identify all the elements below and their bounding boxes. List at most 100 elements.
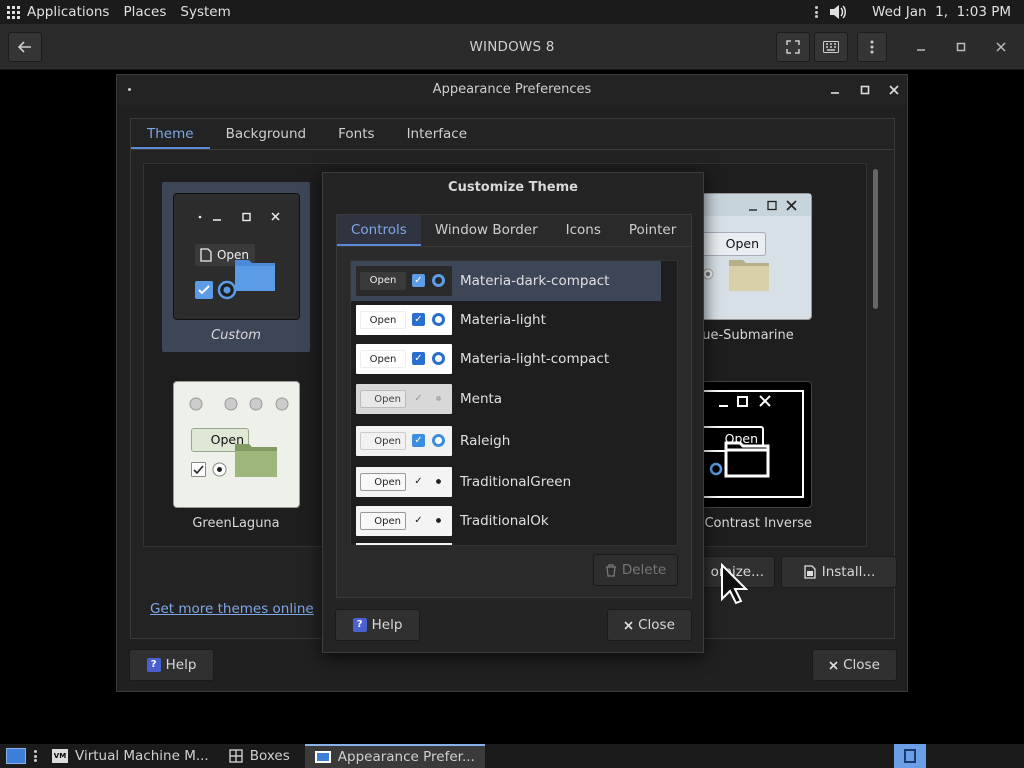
folder-icon (235, 444, 277, 477)
task-appearance-preferences[interactable]: Appearance Prefer... (304, 744, 485, 768)
help-icon: ? (146, 658, 161, 672)
close-icon (624, 620, 633, 630)
task-virtual-machine-manager[interactable]: VM Virtual Machine M... (42, 744, 219, 768)
tab-window-border[interactable]: Window Border (421, 215, 552, 246)
theme-label-greenlaguna: GreenLaguna (192, 516, 280, 531)
theme-scrollbar-thumb[interactable] (873, 169, 878, 309)
window-close-button[interactable] (881, 75, 907, 105)
minimize-icon (831, 92, 839, 94)
task-boxes[interactable]: Boxes (219, 744, 300, 768)
keyboard-button[interactable] (814, 32, 848, 62)
preview-materia-dark-compact: Open ✓ (356, 266, 452, 296)
list-item[interactable]: Open ✓ Raleigh (351, 421, 661, 461)
checkbox-icon: ✓ (412, 313, 425, 326)
kebab-menu-icon (870, 40, 874, 54)
show-desktop-icon[interactable] (6, 748, 26, 764)
window-title: Appearance Preferences (432, 82, 592, 97)
tab-background[interactable]: Background (210, 119, 323, 149)
clock[interactable]: Wed Jan 1, 1:03 PM (865, 0, 1024, 24)
task-label: Virtual Machine M... (75, 748, 209, 764)
window-controls-icon (749, 200, 797, 211)
applications-menu[interactable]: Applications (0, 0, 116, 24)
list-item[interactable]: Open ✓ Materia-light (351, 300, 661, 340)
checkbox-icon: ✓ (412, 352, 425, 365)
help-icon: ? (352, 618, 367, 632)
appearance-tabs: Theme Background Fonts Interface (131, 119, 894, 150)
window-maximize-button[interactable] (852, 75, 878, 105)
install-button[interactable]: Install... (781, 556, 897, 588)
customize-tabs: Controls Window Border Icons Pointer (337, 215, 691, 247)
preview-open-button: Open (360, 390, 406, 408)
list-item[interactable]: Open ✓ Materia-dark-compact (351, 261, 661, 301)
system-menu[interactable]: System (173, 0, 237, 24)
fullscreen-button[interactable] (776, 32, 810, 62)
tab-theme[interactable]: Theme (131, 119, 210, 149)
tab-controls[interactable]: Controls (337, 215, 421, 246)
mouse-pointer-icon (721, 563, 748, 605)
workspace-switcher[interactable] (894, 744, 926, 768)
window-titlebar[interactable]: Appearance Preferences (117, 75, 907, 105)
boxes-headerbar: WINDOWS 8 (0, 24, 1024, 70)
close-label: Close (843, 657, 880, 673)
customize-help-button[interactable]: ? Help (335, 609, 420, 641)
help-button[interactable]: ? Help (129, 649, 214, 681)
radio-icon (217, 280, 237, 300)
window-controls-icon (189, 397, 289, 411)
vmm-icon: VM (52, 749, 68, 763)
preview-materia-light: Open ✓ (356, 305, 452, 335)
theme-tile-custom[interactable]: Open Custom (162, 182, 310, 352)
theme-name: TraditionalGreen (460, 474, 572, 490)
back-arrow-icon (18, 41, 31, 53)
theme-tile-greenlaguna[interactable]: Open GreenLaguna (162, 370, 310, 540)
preview-open-button: Open (360, 350, 406, 368)
theme-name: Materia-light-compact (460, 351, 610, 367)
close-icon (889, 85, 899, 95)
radio-icon (432, 352, 445, 365)
appearance-icon (314, 751, 331, 763)
list-item[interactable]: Open ✓ Materia-light-compact (351, 339, 661, 379)
list-item[interactable]: Open ✓ TraditionalOk (351, 501, 661, 541)
checkbox-icon: ✓ (412, 434, 425, 447)
bottom-taskbar: VM Virtual Machine M... Boxes Appearance… (0, 744, 1024, 768)
preview-materia-light-compact: Open ✓ (356, 344, 452, 374)
preview-open-button: Open (360, 311, 406, 329)
open-button-preview: Open (698, 232, 766, 256)
list-item[interactable]: Open ✓ Menta (351, 379, 661, 419)
preview-open-button: Open (360, 473, 406, 491)
preview-raleigh: Open ✓ (356, 426, 452, 456)
delete-button: Delete (593, 554, 678, 586)
controls-theme-list: Open ✓ Materia-dark-compact Open ✓ Mater… (350, 260, 678, 546)
keyboard-icon (823, 41, 839, 53)
menu-button[interactable] (857, 32, 887, 62)
checkbox-icon: ✓ (412, 274, 425, 287)
boxes-icon (229, 749, 243, 763)
preview-traditionalgreen: Open ✓ (356, 467, 452, 497)
customize-close-button[interactable]: Close (607, 609, 692, 641)
apps-grid-icon (7, 5, 20, 19)
theme-preview-blue-submarine: Open (685, 193, 812, 320)
maximize-button[interactable] (946, 32, 976, 62)
radio-icon (432, 475, 445, 488)
tab-fonts[interactable]: Fonts (322, 119, 390, 149)
tab-pointer[interactable]: Pointer (615, 215, 690, 246)
window-minimize-button[interactable] (822, 75, 848, 105)
minimize-button[interactable] (906, 32, 936, 62)
radio-icon (432, 434, 445, 447)
close-button[interactable] (986, 32, 1016, 62)
tab-interface[interactable]: Interface (391, 119, 483, 149)
theme-scrollbar[interactable] (871, 163, 879, 547)
folder-icon (729, 260, 769, 291)
radio-icon (212, 462, 227, 477)
tab-icons[interactable]: Icons (552, 215, 615, 246)
checkbox-icon: ✓ (414, 393, 423, 404)
volume-icon[interactable] (829, 4, 847, 20)
places-menu[interactable]: Places (116, 0, 173, 24)
checkbox-icon (191, 462, 206, 477)
folder-icon (724, 441, 770, 478)
close-dialog-button[interactable]: Close (812, 649, 897, 681)
back-button[interactable] (8, 32, 42, 62)
get-more-themes-link[interactable]: Get more themes online (150, 601, 314, 617)
list-item[interactable]: Open ✓ TraditionalGreen (351, 462, 661, 502)
preview-open-button: Open (360, 512, 406, 530)
trash-icon (605, 563, 616, 577)
